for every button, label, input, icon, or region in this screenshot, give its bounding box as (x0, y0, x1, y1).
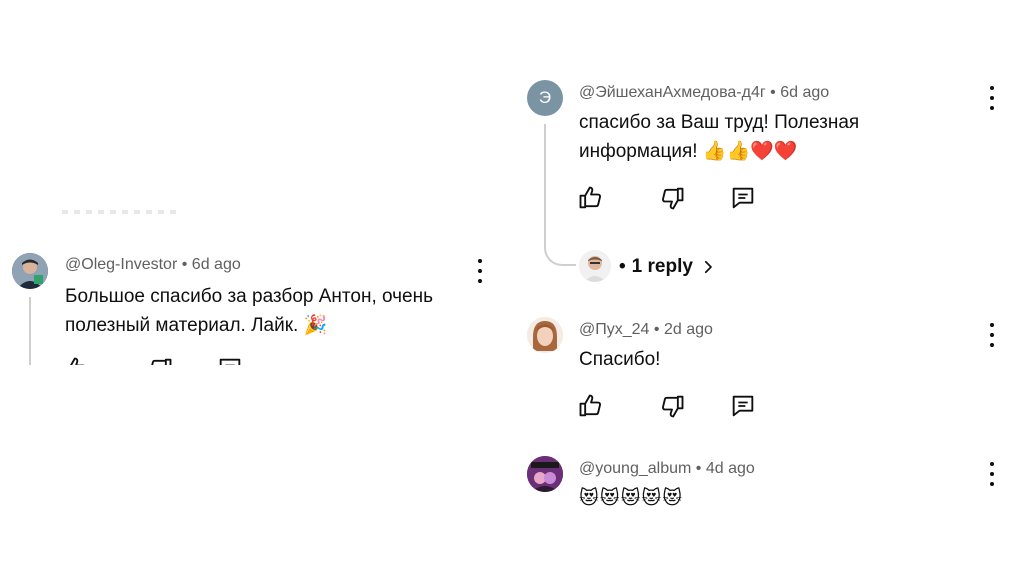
meta-separator: • (653, 321, 660, 338)
avatar[interactable] (527, 456, 563, 492)
comment-meta: @Oleg-Investor • 6d ago (65, 256, 241, 274)
replies-bullet: • (619, 256, 626, 277)
comment-time[interactable]: 6d ago (192, 256, 241, 273)
avatar[interactable]: Э (527, 80, 563, 116)
comment-meta: @Пух_24 • 2d ago (579, 321, 713, 339)
left-comment-panel: @Oleg-Investor • 6d ago Большое спасибо … (0, 205, 520, 365)
avatar[interactable] (12, 253, 48, 289)
comment-text: Спасибо! (579, 349, 661, 370)
meta-separator: • (695, 460, 702, 477)
comment-text: Большое спасибо за разбор Антон, очень п… (65, 286, 434, 336)
comment-time[interactable]: 2d ago (664, 321, 713, 338)
meta-separator: • (770, 84, 776, 101)
comment-text: 😻😻😻😻😻 (579, 487, 684, 509)
more-vertical-icon[interactable] (988, 462, 996, 486)
replies-toggle[interactable]: • 1 reply (619, 256, 717, 278)
comment-meta: @ЭйшеханАхмедова-д4г • 6d ago (579, 84, 829, 102)
author-name[interactable]: @Пух_24 (579, 321, 649, 338)
thread-line (544, 124, 546, 240)
chevron-right-icon (704, 260, 712, 274)
avatar[interactable] (527, 317, 563, 353)
comment-reply-icon[interactable] (216, 355, 244, 365)
author-name[interactable]: @Oleg-Investor (65, 256, 177, 273)
thumbs-down-icon[interactable] (146, 355, 174, 365)
avatar[interactable] (579, 250, 611, 282)
thumbs-up-icon[interactable] (577, 184, 605, 212)
comment-time[interactable]: 4d ago (706, 460, 755, 477)
author-name[interactable]: @young_album (579, 460, 691, 477)
meta-separator: • (181, 256, 188, 273)
cut-off-content (62, 210, 182, 214)
thumbs-up-icon[interactable] (577, 392, 605, 420)
comment-reply-icon[interactable] (729, 392, 757, 420)
thumbs-down-icon[interactable] (658, 392, 686, 420)
comment-text-line: спасибо за Ваш труд! Полезная (579, 112, 860, 133)
more-vertical-icon[interactable] (988, 86, 996, 110)
comment-reply-icon[interactable] (729, 184, 757, 212)
comment-meta: @young_album • 4d ago (579, 460, 755, 478)
comment-text: спасибо за Ваш труд! Полезная информация… (579, 108, 959, 166)
more-vertical-icon[interactable] (988, 323, 996, 347)
author-name[interactable]: @ЭйшеханАхмедова-д4г (579, 84, 766, 101)
thumbs-down-icon[interactable] (658, 184, 686, 212)
comment-time[interactable]: 6d ago (780, 84, 829, 101)
thumbs-up-icon[interactable] (62, 355, 90, 365)
thread-line (29, 297, 31, 365)
thread-connector (544, 232, 576, 266)
avatar-letter: Э (538, 88, 552, 107)
replies-label: 1 reply (631, 256, 693, 277)
comment-text-line: информация! 👍👍❤️❤️ (579, 141, 798, 162)
more-vertical-icon[interactable] (476, 259, 484, 283)
